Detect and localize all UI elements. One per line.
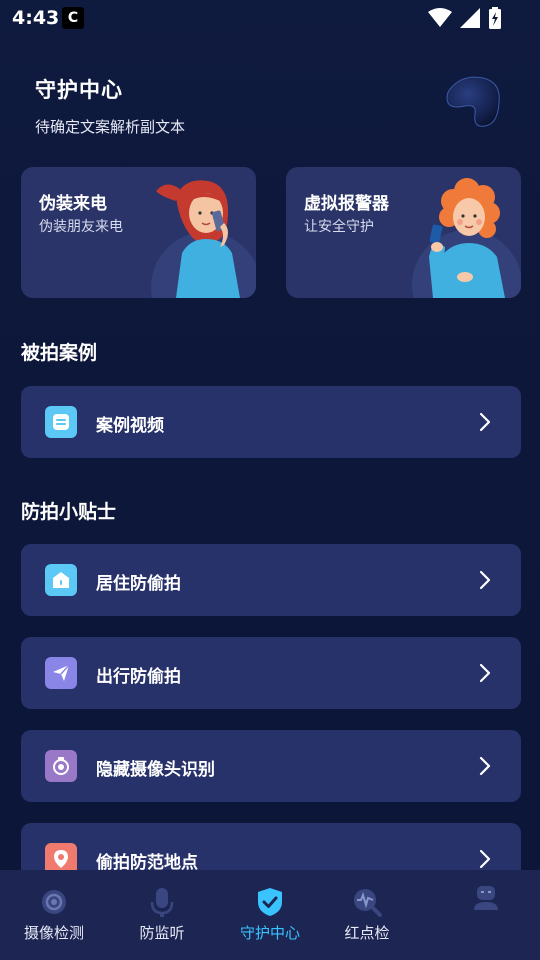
nav-guard-center[interactable]: 守护中心 bbox=[216, 886, 324, 943]
case-video-item[interactable]: 案例视频 bbox=[21, 386, 521, 458]
case-video-label: 案例视频 bbox=[96, 416, 164, 436]
travel-anti-spy-item[interactable]: 出行防偷拍 bbox=[21, 637, 521, 709]
search-pulse-icon bbox=[354, 889, 382, 917]
chevron-right-icon bbox=[479, 412, 491, 432]
page-header: 守护中心 待确定文案解析副文本 bbox=[35, 74, 435, 137]
page-title: 守护中心 bbox=[35, 78, 123, 102]
camera-lens-icon bbox=[42, 890, 66, 914]
nav-anti-eavesdrop-label: 防监听 bbox=[139, 924, 185, 942]
bottom-nav: 摄像检测 防监听 守护中心 红点检 bbox=[0, 870, 540, 960]
home-anti-spy-label: 居住防偷拍 bbox=[96, 574, 181, 594]
camera-icon bbox=[45, 750, 77, 782]
nav-profile[interactable] bbox=[432, 886, 540, 918]
fake-call-title: 伪装来电 bbox=[39, 194, 107, 214]
shield-check-icon bbox=[258, 888, 282, 916]
home-anti-spy-item[interactable]: 居住防偷拍 bbox=[21, 544, 521, 616]
person-icon bbox=[474, 886, 498, 910]
hidden-camera-id-item[interactable]: 隐藏摄像头识别 bbox=[21, 730, 521, 802]
virtual-alarm-title: 虚拟报警器 bbox=[304, 194, 389, 214]
nav-anti-eavesdrop[interactable]: 防监听 bbox=[108, 886, 216, 943]
nav-red-dot-detect-label: 红点检 bbox=[344, 924, 390, 942]
status-indicators bbox=[428, 7, 502, 29]
video-doc-icon bbox=[45, 406, 77, 438]
microphone-icon bbox=[150, 888, 174, 917]
woman-phone-illustration bbox=[412, 178, 521, 298]
cases-section-title: 被拍案例 bbox=[21, 342, 98, 364]
fake-call-subtitle: 伪装朋友来电 bbox=[39, 219, 123, 235]
decorative-blob-icon bbox=[446, 76, 500, 127]
chevron-right-icon bbox=[479, 756, 491, 776]
chevron-right-icon bbox=[479, 849, 491, 869]
home-icon bbox=[45, 564, 77, 596]
wifi-icon bbox=[428, 8, 452, 27]
page-subtitle: 待确定文案解析副文本 bbox=[35, 118, 186, 136]
travel-anti-spy-label: 出行防偷拍 bbox=[96, 667, 181, 687]
girl-phone-illustration bbox=[151, 180, 256, 298]
virtual-alarm-card[interactable]: 虚拟报警器 让安全守护 bbox=[286, 167, 521, 298]
app-notification-icon: C bbox=[62, 7, 84, 29]
chevron-right-icon bbox=[479, 570, 491, 590]
hidden-camera-id-label: 隐藏摄像头识别 bbox=[96, 760, 215, 780]
signal-icon bbox=[460, 8, 480, 28]
chevron-right-icon bbox=[479, 663, 491, 683]
fake-call-card[interactable]: 伪装来电 伪装朋友来电 bbox=[21, 167, 256, 298]
nav-guard-center-label: 守护中心 bbox=[239, 924, 300, 942]
nav-red-dot-detect[interactable]: 红点检 bbox=[324, 886, 410, 943]
status-bar: 4:43 C bbox=[0, 0, 540, 36]
send-icon bbox=[45, 657, 77, 689]
nav-camera-detect[interactable]: 摄像检测 bbox=[0, 886, 108, 943]
tips-section-title: 防拍小贴士 bbox=[21, 501, 117, 523]
status-time: 4:43 bbox=[12, 7, 60, 29]
virtual-alarm-subtitle: 让安全守护 bbox=[304, 219, 374, 235]
battery-icon bbox=[489, 7, 501, 29]
nav-camera-detect-label: 摄像检测 bbox=[23, 924, 84, 942]
